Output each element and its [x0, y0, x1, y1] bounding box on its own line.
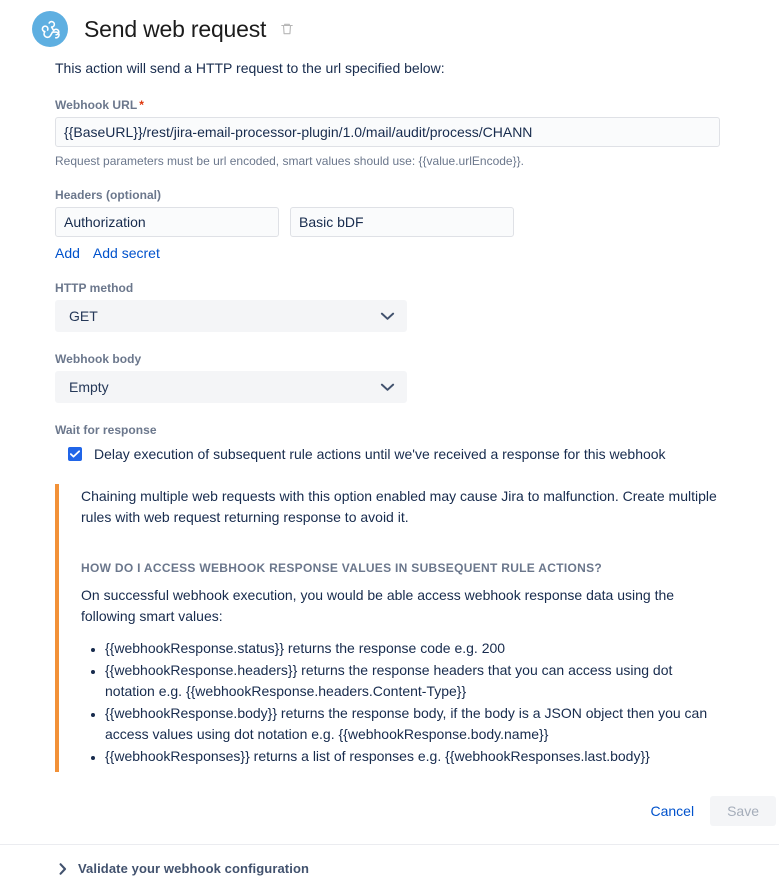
- webhook-url-label: Webhook URL *: [55, 98, 779, 112]
- panel-header: Send web request: [0, 0, 779, 47]
- delay-execution-checkbox[interactable]: [68, 447, 82, 461]
- webhook-url-input[interactable]: {{BaseURL}}/rest/jira-email-processor-pl…: [55, 117, 720, 147]
- list-item: {{webhookResponse.body}} returns the res…: [105, 703, 725, 745]
- header-row: Authorization Basic bDF: [55, 207, 779, 237]
- validate-webhook-label: Validate your webhook configuration: [78, 861, 310, 876]
- list-item: {{webhookResponse.headers}} returns the …: [105, 660, 725, 702]
- webhook-body-value: Empty: [69, 379, 109, 395]
- wait-for-response-label: Wait for response: [55, 423, 157, 437]
- chevron-right-icon: [58, 862, 68, 875]
- http-method-label: HTTP method: [55, 281, 134, 295]
- webhook-icon: [32, 11, 68, 47]
- delay-execution-label: Delay execution of subsequent rule actio…: [94, 446, 666, 462]
- validate-webhook-section[interactable]: Validate your webhook configuration: [0, 861, 779, 876]
- required-marker: *: [139, 98, 144, 112]
- trash-icon[interactable]: [278, 19, 296, 39]
- header-actions: Add Add secret: [55, 245, 779, 261]
- delay-execution-row[interactable]: Delay execution of subsequent rule actio…: [68, 444, 779, 464]
- list-item: {{webhookResponse.status}} returns the r…: [105, 638, 725, 659]
- form-actions: Cancel Save: [55, 796, 776, 826]
- webhook-body-select[interactable]: Empty: [55, 371, 407, 403]
- panel-body: This action will send a HTTP request to …: [0, 58, 779, 826]
- info-panel-heading: HOW DO I ACCESS WEBHOOK RESPONSE VALUES …: [81, 561, 603, 575]
- header-name-input[interactable]: Authorization: [55, 207, 279, 237]
- header-value-input[interactable]: Basic bDF: [290, 207, 514, 237]
- chaining-warning-text: Chaining multiple web requests with this…: [81, 488, 717, 525]
- webhook-url-hint: Request parameters must be url encoded, …: [55, 154, 524, 168]
- section-divider: [0, 844, 779, 845]
- webhook-url-label-text: Webhook URL: [55, 98, 138, 112]
- smart-values-list: {{webhookResponse.status}} returns the r…: [81, 638, 725, 767]
- send-web-request-panel: Send web request This action will send a…: [0, 0, 779, 876]
- save-button[interactable]: Save: [710, 796, 776, 826]
- headers-label: Headers (optional): [55, 188, 162, 202]
- webhook-response-info-panel: Chaining multiple web requests with this…: [55, 484, 725, 772]
- panel-description: This action will send a HTTP request to …: [55, 60, 445, 76]
- add-secret-link[interactable]: Add secret: [93, 245, 160, 261]
- info-panel-description: On successful webhook execution, you wou…: [81, 587, 675, 624]
- http-method-select[interactable]: GET: [55, 300, 407, 332]
- http-method-value: GET: [69, 308, 98, 324]
- page-title: Send web request: [84, 15, 267, 42]
- add-header-link[interactable]: Add: [55, 245, 80, 261]
- list-item: {{webhookResponses}} returns a list of r…: [105, 746, 725, 767]
- cancel-button[interactable]: Cancel: [640, 797, 704, 825]
- chevron-down-icon: [380, 382, 395, 392]
- chevron-down-icon: [380, 311, 395, 321]
- webhook-body-label: Webhook body: [55, 352, 142, 366]
